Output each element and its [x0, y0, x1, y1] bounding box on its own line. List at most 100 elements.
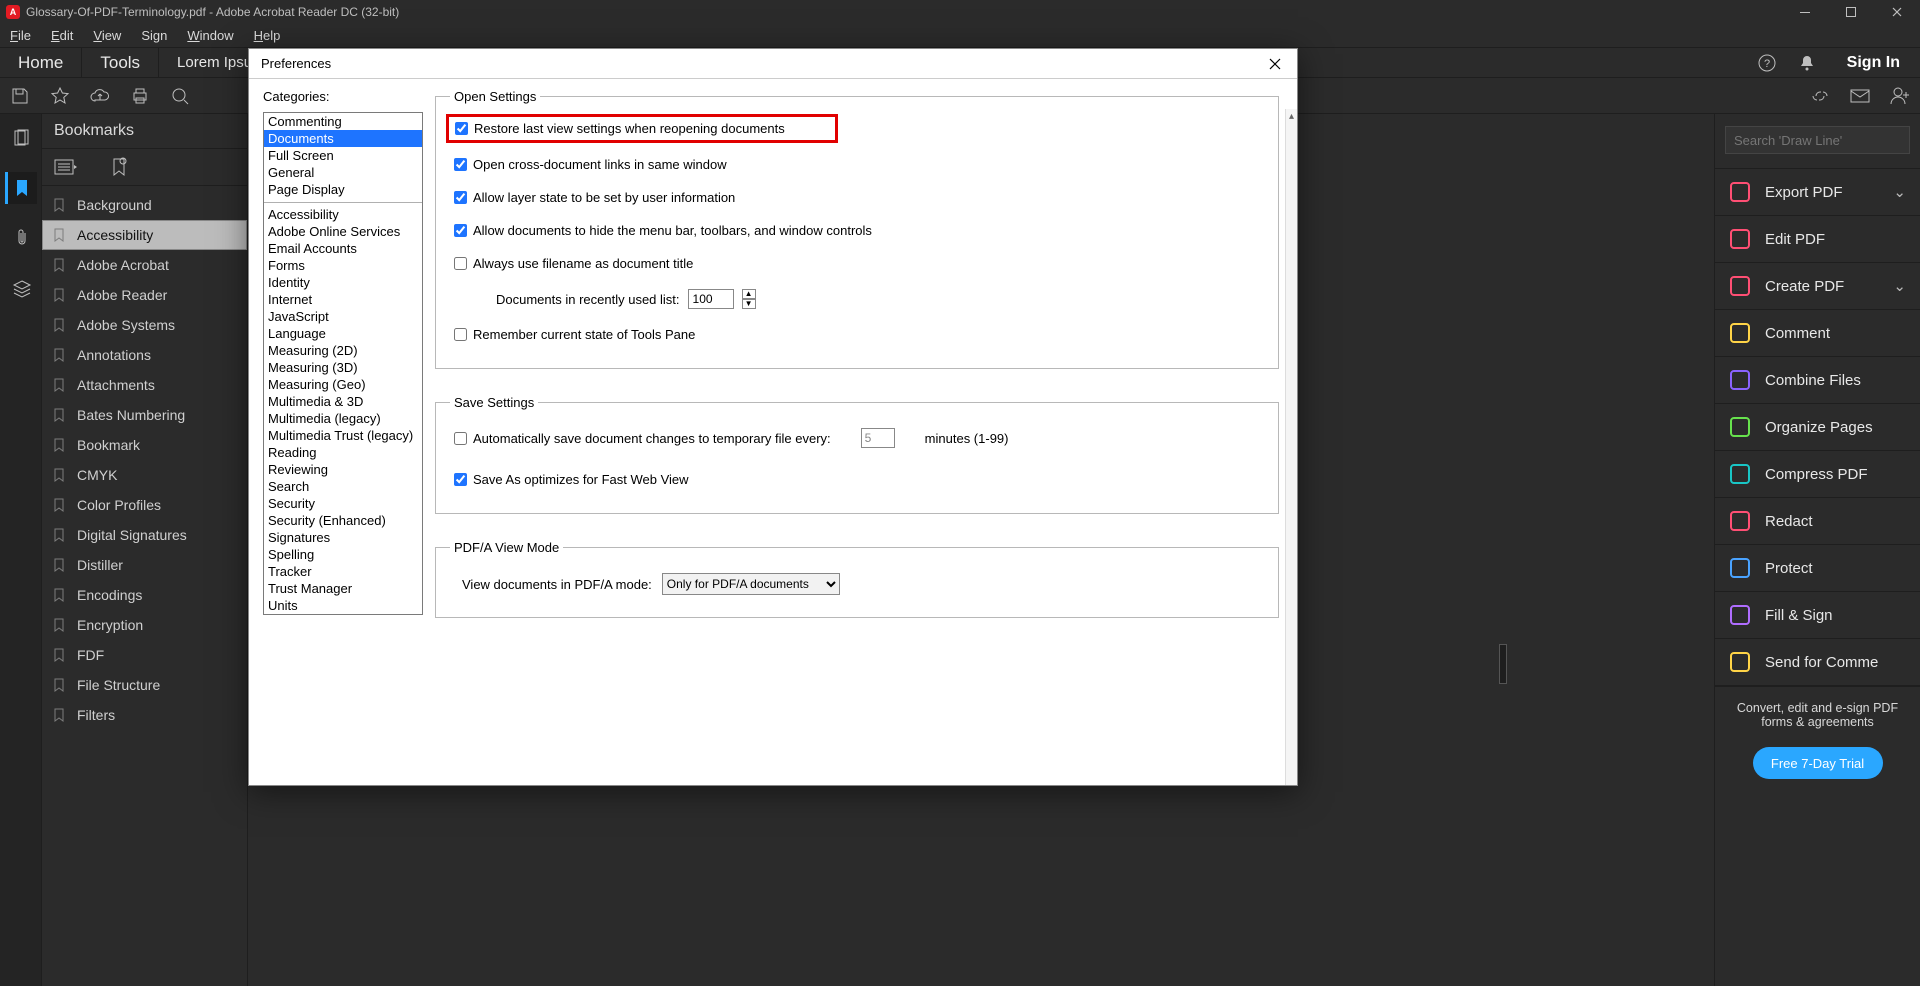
category-item[interactable]: Internet	[264, 291, 422, 308]
menu-help[interactable]: Help	[244, 26, 291, 45]
category-item[interactable]: Email Accounts	[264, 240, 422, 257]
category-item[interactable]: Multimedia (legacy)	[264, 410, 422, 427]
bookmark-item[interactable]: FDF	[42, 640, 247, 670]
tool-item[interactable]: Create PDF⌄	[1715, 263, 1920, 310]
category-item[interactable]: Signatures	[264, 529, 422, 546]
category-item[interactable]: Commenting	[264, 113, 422, 130]
category-item[interactable]: Multimedia Trust (legacy)	[264, 427, 422, 444]
menu-window[interactable]: Window	[177, 26, 243, 45]
tool-item[interactable]: Protect	[1715, 545, 1920, 592]
options-icon[interactable]	[54, 159, 78, 175]
category-item[interactable]: Reviewing	[264, 461, 422, 478]
remember-tools-pane-checkbox[interactable]: Remember current state of Tools Pane	[454, 327, 1260, 342]
maximize-button[interactable]	[1828, 0, 1874, 24]
category-item[interactable]: Tracker	[264, 563, 422, 580]
filename-as-title-checkbox[interactable]: Always use filename as document title	[454, 256, 1260, 271]
tool-item[interactable]: Redact	[1715, 498, 1920, 545]
help-icon[interactable]: ?	[1747, 48, 1787, 77]
categories-list[interactable]: CommentingDocumentsFull ScreenGeneralPag…	[263, 112, 423, 615]
category-item[interactable]: Forms	[264, 257, 422, 274]
bookmark-item[interactable]: Adobe Acrobat	[42, 250, 247, 280]
tool-item[interactable]: Comment	[1715, 310, 1920, 357]
bookmark-item[interactable]: Accessibility	[42, 220, 247, 250]
recent-list-spinner[interactable]: ▲▼	[742, 289, 756, 309]
print-icon[interactable]	[120, 78, 160, 114]
dialog-scrollbar[interactable]: ▴	[1285, 109, 1297, 785]
tool-item[interactable]: Edit PDF	[1715, 216, 1920, 263]
category-item[interactable]: Page Display	[264, 181, 422, 198]
close-button[interactable]	[1874, 0, 1920, 24]
category-item[interactable]: Accessibility	[264, 202, 422, 223]
minimize-button[interactable]	[1782, 0, 1828, 24]
star-icon[interactable]	[40, 78, 80, 114]
category-item[interactable]: Measuring (2D)	[264, 342, 422, 359]
cloud-icon[interactable]	[80, 78, 120, 114]
zoom-icon[interactable]	[160, 78, 200, 114]
category-item[interactable]: Language	[264, 325, 422, 342]
signin-button[interactable]: Sign In	[1827, 48, 1920, 77]
layers-icon[interactable]	[5, 272, 37, 304]
tool-item[interactable]: Export PDF⌄	[1715, 169, 1920, 216]
bookmark-item[interactable]: CMYK	[42, 460, 247, 490]
bookmarks-icon[interactable]	[5, 172, 37, 204]
category-item[interactable]: Multimedia & 3D	[264, 393, 422, 410]
tool-item[interactable]: Send for Comme	[1715, 639, 1920, 686]
attachments-icon[interactable]	[5, 222, 37, 254]
fast-web-view-checkbox[interactable]: Save As optimizes for Fast Web View	[454, 472, 1260, 487]
bookmark-item[interactable]: Encodings	[42, 580, 247, 610]
hide-menubar-checkbox[interactable]: Allow documents to hide the menu bar, to…	[454, 223, 1260, 238]
bell-icon[interactable]	[1787, 48, 1827, 77]
recent-list-input[interactable]	[688, 289, 734, 309]
auto-save-checkbox[interactable]: Automatically save document changes to t…	[454, 431, 831, 446]
category-item[interactable]: Measuring (3D)	[264, 359, 422, 376]
menu-file[interactable]: File	[0, 26, 41, 45]
bookmark-item[interactable]: Filters	[42, 700, 247, 730]
category-item[interactable]: Search	[264, 478, 422, 495]
thumbnails-icon[interactable]	[5, 122, 37, 154]
scrollbar-thumb[interactable]	[1499, 644, 1507, 684]
pdfa-select[interactable]: Only for PDF/A documents	[662, 573, 840, 595]
bookmark-item[interactable]: Color Profiles	[42, 490, 247, 520]
bookmark-item[interactable]: Adobe Reader	[42, 280, 247, 310]
category-item[interactable]: Security	[264, 495, 422, 512]
save-icon[interactable]	[0, 78, 40, 114]
bookmark-item[interactable]: Adobe Systems	[42, 310, 247, 340]
category-item[interactable]: Spelling	[264, 546, 422, 563]
scroll-up-icon[interactable]: ▴	[1286, 109, 1297, 123]
bookmark-item[interactable]: Annotations	[42, 340, 247, 370]
category-item[interactable]: Units	[264, 597, 422, 614]
free-trial-button[interactable]: Free 7-Day Trial	[1753, 747, 1883, 779]
menu-sign[interactable]: Sign	[131, 26, 177, 45]
layer-state-checkbox[interactable]: Allow layer state to be set by user info…	[454, 190, 1260, 205]
find-bookmark-icon[interactable]	[110, 157, 128, 177]
category-item[interactable]: Reading	[264, 444, 422, 461]
category-item[interactable]: Documents	[264, 130, 422, 147]
category-item[interactable]: Trust Manager	[264, 580, 422, 597]
category-item[interactable]: Identity	[264, 274, 422, 291]
tool-item[interactable]: Combine Files	[1715, 357, 1920, 404]
category-item[interactable]: Measuring (Geo)	[264, 376, 422, 393]
bookmark-item[interactable]: Bookmark	[42, 430, 247, 460]
bookmark-item[interactable]: File Structure	[42, 670, 247, 700]
category-item[interactable]: Adobe Online Services	[264, 223, 422, 240]
tab-tools[interactable]: Tools	[82, 48, 159, 77]
auto-save-minutes-input[interactable]	[861, 428, 895, 448]
category-item[interactable]: General	[264, 164, 422, 181]
menu-edit[interactable]: Edit	[41, 26, 83, 45]
category-item[interactable]: Full Screen	[264, 147, 422, 164]
restore-last-view-checkbox[interactable]: Restore last view settings when reopenin…	[455, 121, 785, 136]
bookmark-item[interactable]: Attachments	[42, 370, 247, 400]
link-icon[interactable]	[1800, 78, 1840, 114]
bookmark-item[interactable]: Bates Numbering	[42, 400, 247, 430]
dialog-close-button[interactable]	[1261, 53, 1289, 75]
bookmark-item[interactable]: Background	[42, 190, 247, 220]
bookmark-item[interactable]: Distiller	[42, 550, 247, 580]
category-item[interactable]: JavaScript	[264, 308, 422, 325]
tool-item[interactable]: Organize Pages	[1715, 404, 1920, 451]
menu-view[interactable]: View	[83, 26, 131, 45]
tab-home[interactable]: Home	[0, 48, 82, 77]
bookmark-item[interactable]: Digital Signatures	[42, 520, 247, 550]
bookmark-item[interactable]: Encryption	[42, 610, 247, 640]
tool-item[interactable]: Compress PDF	[1715, 451, 1920, 498]
tool-item[interactable]: Fill & Sign	[1715, 592, 1920, 639]
